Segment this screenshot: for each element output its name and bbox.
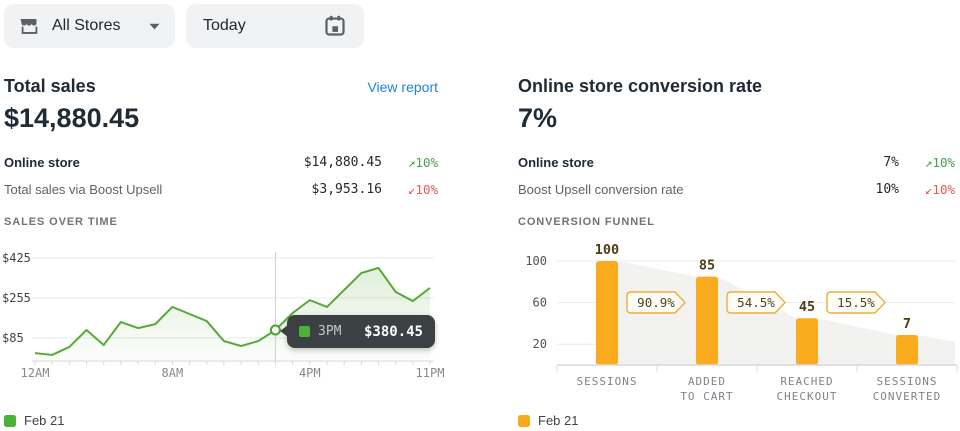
- svg-text:4PM: 4PM: [299, 366, 321, 380]
- total-sales-breakdown: Online store $14,880.45 ↗10% Total sales…: [4, 149, 438, 203]
- metric-value: 7%: [883, 155, 899, 170]
- chart-tooltip: 3PM $380.45: [287, 315, 435, 348]
- sales-over-time-chart[interactable]: $425 $255 $85 12AM 8AM 4PM 11PM: [0, 245, 470, 380]
- svg-text:100: 100: [525, 254, 547, 268]
- svg-text:20: 20: [533, 337, 547, 351]
- sales-over-time-label: SALES OVER TIME: [4, 216, 118, 228]
- trend-down-indicator: ↙10%: [899, 182, 955, 197]
- metric-label: Online store: [4, 155, 304, 170]
- svg-text:CHECKOUT: CHECKOUT: [777, 390, 838, 403]
- view-report-link[interactable]: View report: [367, 79, 438, 95]
- trend-down-indicator: ↙10%: [382, 182, 438, 197]
- metric-row-online-store: Online store $14,880.45 ↗10%: [4, 149, 438, 176]
- metric-label: Online store: [518, 155, 883, 170]
- conversion-header: Online store conversion rate: [518, 76, 955, 97]
- legend-swatch-orange: [518, 415, 530, 427]
- conversion-breakdown: Online store 7% ↗10% Boost Upsell conver…: [518, 149, 955, 203]
- svg-text:ADDED: ADDED: [688, 375, 726, 388]
- svg-text:$425: $425: [2, 251, 31, 265]
- svg-text:REACHED: REACHED: [780, 375, 833, 388]
- legend-swatch-green: [4, 415, 16, 427]
- legend-label: Feb 21: [24, 413, 64, 428]
- svg-text:15.5%: 15.5%: [837, 295, 875, 310]
- svg-text:$255: $255: [2, 291, 31, 305]
- svg-text:45: 45: [799, 299, 815, 315]
- svg-text:TO CART: TO CART: [680, 390, 733, 403]
- svg-text:8AM: 8AM: [162, 366, 184, 380]
- metric-value: 10%: [876, 182, 899, 197]
- conversion-funnel-chart[interactable]: 100 60 20 100 85 45 7 90.9% 54.5% 15.5% SESSIONS AD…: [518, 240, 960, 410]
- total-sales-header: Total sales View report: [4, 76, 438, 97]
- legend-label: Feb 21: [538, 413, 578, 428]
- svg-text:SESSIONS: SESSIONS: [577, 375, 638, 388]
- sales-chart-legend: Feb 21: [4, 413, 64, 428]
- svg-text:$85: $85: [2, 331, 24, 345]
- metric-value: $3,953.16: [312, 182, 382, 197]
- svg-text:12AM: 12AM: [21, 366, 50, 380]
- svg-text:7: 7: [903, 316, 911, 332]
- svg-text:100: 100: [595, 242, 619, 258]
- svg-text:90.9%: 90.9%: [637, 295, 675, 310]
- metric-label: Boost Upsell conversion rate: [518, 182, 876, 197]
- svg-text:54.5%: 54.5%: [737, 295, 775, 310]
- svg-text:60: 60: [533, 296, 547, 310]
- conversion-funnel-label: CONVERSION FUNNEL: [518, 216, 655, 228]
- svg-text:SESSIONS: SESSIONS: [877, 375, 938, 388]
- metric-label: Total sales via Boost Upsell: [4, 182, 312, 197]
- svg-text:CONVERTED: CONVERTED: [873, 390, 942, 403]
- funnel-chart-legend: Feb 21: [518, 413, 578, 428]
- conversion-value: 7%: [518, 103, 557, 134]
- total-sales-value: $14,880.45: [4, 103, 139, 134]
- svg-text:11PM: 11PM: [416, 366, 445, 380]
- conversion-title: Online store conversion rate: [518, 76, 762, 97]
- metric-row-boost-upsell: Total sales via Boost Upsell $3,953.16 ↙…: [4, 176, 438, 203]
- metric-row-online-store: Online store 7% ↗10%: [518, 149, 955, 176]
- metric-value: $14,880.45: [304, 155, 382, 170]
- tooltip-value: $380.45: [364, 324, 423, 340]
- metric-row-boost-upsell-rate: Boost Upsell conversion rate 10% ↙10%: [518, 176, 955, 203]
- total-sales-title: Total sales: [4, 76, 96, 97]
- analytics-dashboard: All Stores Today Total sales View report…: [0, 0, 960, 431]
- trend-up-indicator: ↗10%: [382, 155, 438, 170]
- svg-text:85: 85: [699, 258, 715, 274]
- tooltip-series-swatch: [299, 326, 310, 337]
- trend-up-indicator: ↗10%: [899, 155, 955, 170]
- tooltip-time: 3PM: [318, 324, 341, 339]
